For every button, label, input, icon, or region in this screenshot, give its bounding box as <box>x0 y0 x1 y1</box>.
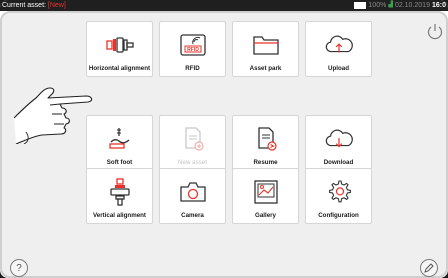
tile-rfid[interactable]: RFID RFID <box>159 21 226 77</box>
tile-label: Soft foot <box>106 159 133 166</box>
current-asset-value: [New] <box>47 2 66 9</box>
tile-label: Configuration <box>318 212 359 219</box>
tile-label: New asset <box>178 159 207 166</box>
tile-upload[interactable]: Upload <box>305 21 372 77</box>
gallery-icon <box>251 178 281 206</box>
camera-icon <box>178 178 208 206</box>
tile-gallery[interactable]: Gallery <box>232 168 299 224</box>
tile-label: Gallery <box>255 212 276 219</box>
power-button[interactable] <box>426 23 444 41</box>
device-frame: Current asset: [New] 100% ▟ 02.10.2019 1… <box>0 0 448 278</box>
pointing-hand-illustration <box>14 87 93 144</box>
tile-asset-park[interactable]: Asset park <box>232 21 299 77</box>
status-indicators: 100% ▟ 02.10.2019 16:0 <box>354 0 446 11</box>
tile-resume[interactable]: Resume <box>232 115 299 171</box>
svg-text:RFID: RFID <box>187 47 199 53</box>
tile-vertical-alignment[interactable]: Vertical alignment <box>86 168 153 224</box>
tile-camera[interactable]: Camera <box>159 168 226 224</box>
help-button[interactable]: ? <box>10 259 28 277</box>
tile-label: RFID <box>185 65 200 72</box>
new-asset-icon <box>178 125 208 153</box>
resume-icon <box>251 125 281 153</box>
power-icon <box>427 24 443 40</box>
folder-icon <box>251 31 281 59</box>
current-asset-indicator: Current asset: [New] <box>2 0 66 11</box>
tile-label: Camera <box>181 212 204 219</box>
tile-label: Horizontal alignment <box>88 65 151 72</box>
vertical-alignment-icon <box>105 178 135 206</box>
tile-label: Upload <box>328 65 349 72</box>
horizontal-alignment-icon <box>105 31 135 59</box>
status-time: 16:0 <box>431 2 446 9</box>
tile-label: Download <box>323 159 354 166</box>
gear-icon <box>324 178 354 206</box>
edit-button[interactable] <box>420 259 438 277</box>
soft-foot-icon <box>105 125 135 153</box>
cloud-download-icon <box>324 125 354 153</box>
tile-horizontal-alignment[interactable]: Horizontal alignment <box>86 21 153 77</box>
screen: Current asset: [New] 100% ▟ 02.10.2019 1… <box>0 0 448 278</box>
tile-label: Vertical alignment <box>93 212 146 219</box>
tile-new-asset[interactable]: New asset <box>159 115 226 171</box>
tile-label: Asset park <box>249 65 282 72</box>
tile-download[interactable]: Download <box>305 115 372 171</box>
status-date: 02.10.2019 <box>394 2 430 9</box>
tile-label: Resume <box>253 159 278 166</box>
rfid-icon: RFID <box>178 31 208 59</box>
edit-icon <box>424 263 434 273</box>
help-icon: ? <box>16 262 22 274</box>
status-bar: Current asset: [New] 100% ▟ 02.10.2019 1… <box>0 0 448 11</box>
home-panel: Horizontal alignment RFID RFID Asset par… <box>0 11 448 278</box>
battery-percentage: 100% <box>368 2 387 9</box>
cloud-upload-icon <box>324 31 354 59</box>
battery-icon <box>354 2 367 9</box>
current-asset-prefix: Current asset: <box>2 2 48 9</box>
tile-configuration[interactable]: Configuration <box>305 168 372 224</box>
signal-icon: ▟ <box>388 2 393 8</box>
